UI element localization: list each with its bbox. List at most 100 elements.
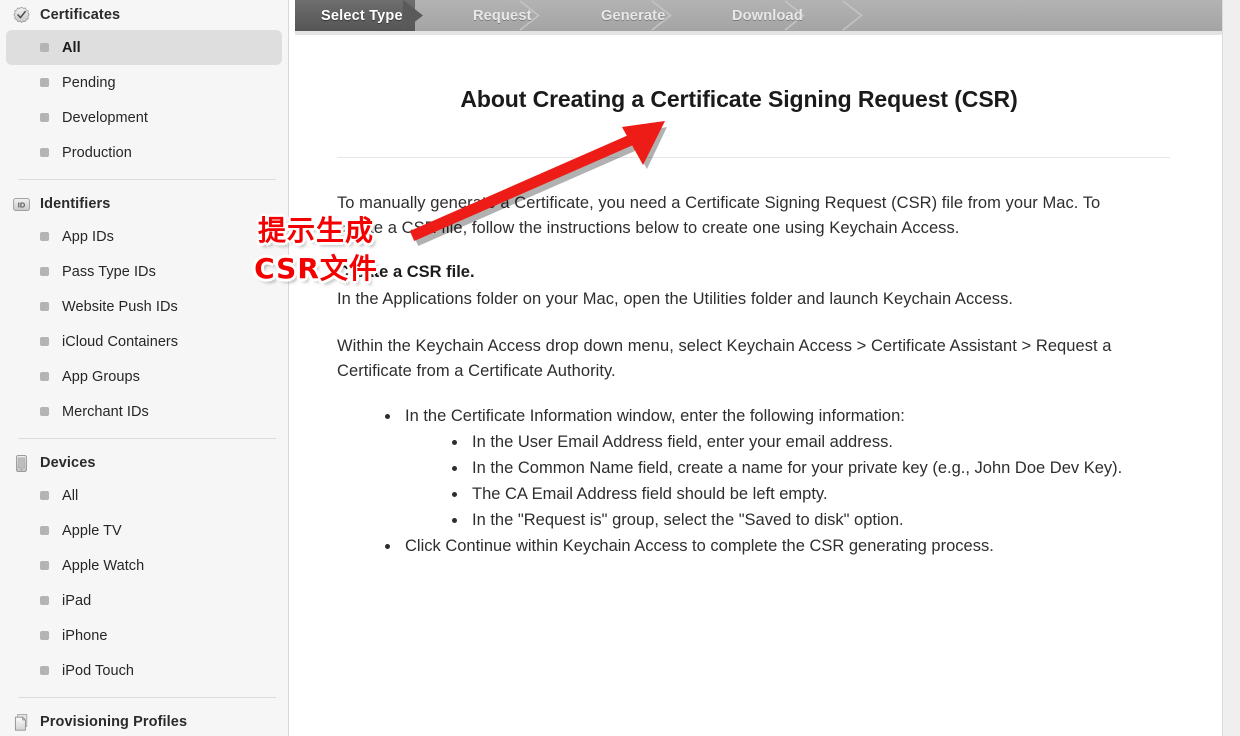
step-generate[interactable]: Generate [601,0,665,31]
list-item-text: Click Continue within Keychain Access to… [405,536,994,555]
sidebar-item-label: Pass Type IDs [62,263,156,280]
app-window: Certificates All Pending Development Pro… [0,0,1240,736]
sidebar-item-label: iPod Touch [62,662,134,679]
title-divider [337,156,1170,158]
sidebar-item-label: iCloud Containers [62,333,179,350]
bullet-icon [40,232,49,241]
sidebar-header-provisioning-profiles[interactable]: Provisioning Profiles [0,707,288,736]
sidebar-item-app-ids[interactable]: App IDs [6,219,282,254]
sidebar-item-label: Pending [62,74,116,91]
sidebar-item-apple-tv[interactable]: Apple TV [6,513,282,548]
sidebar-item-label: App Groups [62,368,140,385]
list-item-text: In the User Email Address field, enter y… [472,432,893,451]
bullet-icon [40,267,49,276]
sidebar-header-label: Identifiers [40,196,111,212]
bullet-icon [40,491,49,500]
sidebar-section-devices: Devices All Apple TV Apple Watch iPad iP… [0,448,288,688]
sidebar-item-label: All [62,487,79,504]
step-label: Select Type [321,7,403,24]
chevron-separator-icon-5 [842,0,863,31]
keychain-menu-paragraph: Within the Keychain Access drop down men… [337,336,1112,380]
list-item: In the User Email Address field, enter y… [450,430,1177,455]
svg-text:ID: ID [18,200,26,209]
bullet-icon [40,666,49,675]
sidebar-header-certificates[interactable]: Certificates [0,0,288,30]
list-item-text: In the Common Name field, create a name … [472,458,1123,477]
sidebar-header-identifiers[interactable]: ID Identifiers [0,189,288,219]
sidebar-item-label: Merchant IDs [62,403,149,420]
list-item: In the Common Name field, create a name … [450,456,1222,481]
sidebar-header-devices[interactable]: Devices [0,448,288,478]
list-item: In the "Request is" group, select the "S… [450,508,1177,533]
bullet-icon [40,302,49,311]
sidebar-item-pass-type-ids[interactable]: Pass Type IDs [6,254,282,289]
sidebar-divider [18,438,276,439]
bullet-icon [40,113,49,122]
sidebar-divider [18,179,276,180]
step-request[interactable]: Request [473,0,532,31]
step-label: Request [473,7,532,24]
list-item-text: In the "Request is" group, select the "S… [472,510,904,529]
document-pages-icon [12,713,31,732]
bullet-point-icon [385,413,390,419]
sidebar-header-label: Devices [40,455,96,471]
wizard-steps-bar: Select Type Request Generate Download [295,0,1222,31]
sidebar-item-merchant-ids[interactable]: Merchant IDs [6,394,282,429]
bullet-point-icon [452,491,457,497]
instructions-sublist: In the User Email Address field, enter y… [405,430,1177,533]
bullet-icon [40,337,49,346]
sidebar-item-ipad[interactable]: iPad [6,583,282,618]
sidebar-header-label: Certificates [40,7,121,23]
sidebar-item-label: App IDs [62,228,114,245]
step-download[interactable]: Download [732,0,803,31]
list-item-text: The CA Email Address field should be lef… [472,484,828,503]
sidebar-item-label: Apple TV [62,522,122,539]
bullet-point-icon [452,465,457,471]
sidebar-item-iphone[interactable]: iPhone [6,618,282,653]
bullet-icon [40,596,49,605]
sidebar-item-ipod-touch[interactable]: iPod Touch [6,653,282,688]
sidebar-item-label: Website Push IDs [62,298,178,315]
id-badge-icon: ID [12,195,31,214]
list-item-text: In the Certificate Information window, e… [405,406,905,425]
intro-paragraph: To manually generate a Certificate, you … [337,193,1101,237]
sidebar-item-label: Apple Watch [62,557,145,574]
document-body: About Creating a Certificate Signing Req… [337,35,1177,560]
bullet-icon [40,43,49,52]
applications-paragraph: In the Applications folder on your Mac, … [337,289,1014,308]
vertical-scrollbar[interactable] [1222,0,1240,736]
list-item: In the Certificate Information window, e… [383,404,1177,533]
sidebar-item-website-push-ids[interactable]: Website Push IDs [6,289,282,324]
sidebar-item-app-groups[interactable]: App Groups [6,359,282,394]
page-title: About Creating a Certificate Signing Req… [460,86,1018,112]
sidebar-item-label: iPhone [62,627,108,644]
sidebar-item-icloud-containers[interactable]: iCloud Containers [6,324,282,359]
sidebar-item-certificates-production[interactable]: Production [6,135,282,170]
bullet-icon [40,526,49,535]
step-label: Generate [601,7,666,24]
sidebar-item-apple-watch[interactable]: Apple Watch [6,548,282,583]
sidebar-item-certificates-all[interactable]: All [6,30,282,65]
step-label: Download [732,7,803,24]
sidebar: Certificates All Pending Development Pro… [0,0,289,736]
bullet-icon [40,148,49,157]
bullet-point-icon [385,543,390,549]
sidebar-item-certificates-pending[interactable]: Pending [6,65,282,100]
sidebar-header-label: Provisioning Profiles [40,714,188,730]
bullet-icon [40,561,49,570]
bullet-icon [40,372,49,381]
sidebar-item-devices-all[interactable]: All [6,478,282,513]
bullet-point-icon [452,439,457,445]
step-select-type[interactable]: Select Type [321,0,403,31]
list-item: The CA Email Address field should be lef… [450,482,1177,507]
bullet-point-icon [452,517,457,523]
main-content: Select Type Request Generate Download Ab… [289,0,1240,736]
bullet-icon [40,631,49,640]
chevron-separator-icon-1 [403,0,423,31]
list-item: Click Continue within Keychain Access to… [383,534,1177,559]
device-icon [12,454,31,473]
sidebar-item-label: All [62,39,81,56]
sidebar-section-certificates: Certificates All Pending Development Pro… [0,0,288,170]
sidebar-item-certificates-development[interactable]: Development [6,100,282,135]
bullet-icon [40,407,49,416]
